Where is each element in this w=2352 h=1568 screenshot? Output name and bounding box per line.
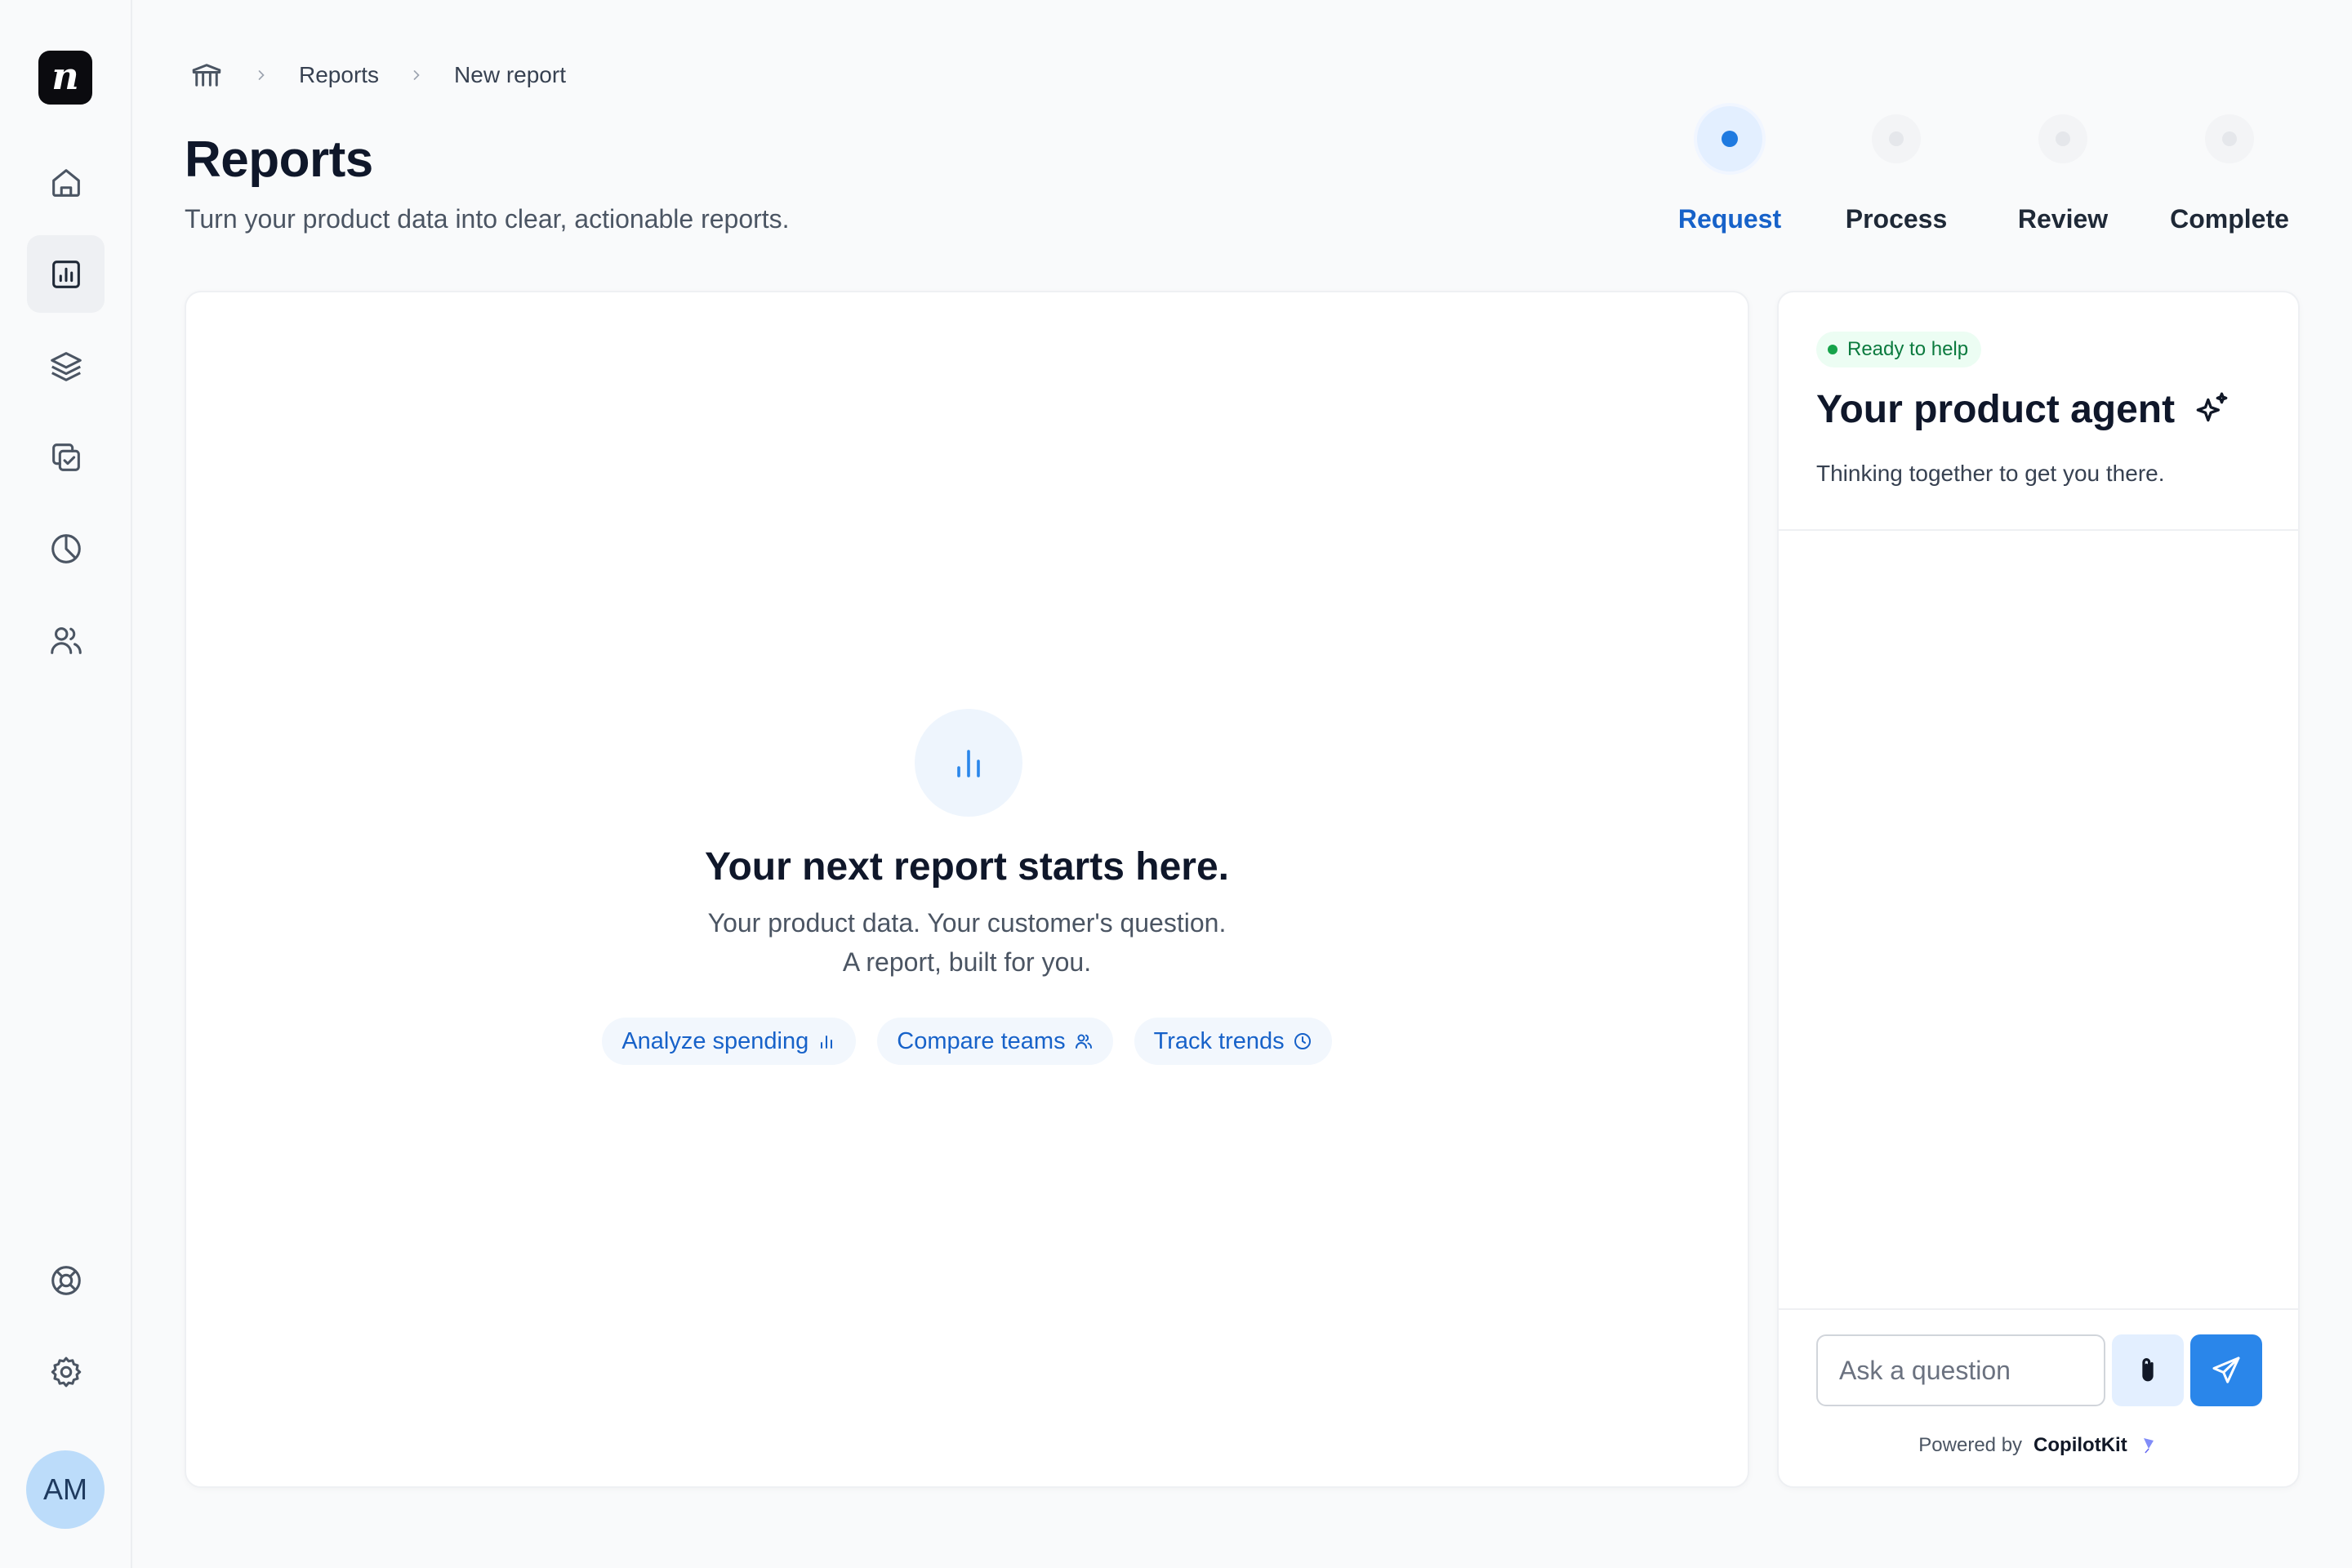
sidebar-item-help[interactable] (27, 1241, 105, 1319)
breadcrumb-item-current: New report (454, 62, 566, 87)
sidebar-item-home[interactable] (27, 144, 105, 221)
empty-state-line: Your product data. Your customer's quest… (707, 908, 1227, 938)
chip-track-trends[interactable]: Track trends (1134, 1018, 1332, 1065)
avatar[interactable]: AM (26, 1450, 105, 1529)
sparkles-icon (2196, 392, 2228, 421)
ask-question-input[interactable] (1816, 1334, 2105, 1406)
sidebar-item-tasks[interactable] (27, 418, 105, 496)
sidebar: n AM (0, 0, 132, 1568)
step-label: Request (1677, 204, 1782, 234)
chip-compare-teams[interactable]: Compare teams (877, 1018, 1113, 1065)
building-icon[interactable] (189, 58, 224, 92)
breadcrumb: Reports New report (189, 59, 566, 91)
agent-subtitle: Thinking together to get you there. (1816, 461, 2165, 486)
step-indicator (1872, 114, 1921, 163)
users-icon (50, 626, 82, 654)
empty-state-title: Your next report starts here. (705, 845, 1229, 889)
users-icon (1075, 1034, 1092, 1049)
clock-icon (1294, 1033, 1311, 1049)
copilotkit-logo[interactable]: CopilotKit (2034, 1434, 2127, 1457)
agent-panel: Ready to help Your product agent Thinkin… (1777, 291, 2300, 1488)
sidebar-item-users[interactable] (27, 601, 105, 679)
copy-check-icon (51, 443, 80, 471)
sidebar-item-settings[interactable] (27, 1333, 105, 1410)
life-buoy-icon (51, 1265, 81, 1295)
app-logo[interactable]: n (38, 51, 92, 105)
step-label: Process (1845, 204, 1948, 234)
home-icon (51, 168, 80, 197)
status-dot (1828, 345, 1838, 354)
report-canvas: Your next report starts here. Your produ… (185, 291, 1749, 1488)
page-subtitle: Turn your product data into clear, actio… (185, 204, 790, 234)
bar-chart-icon (51, 260, 80, 288)
pie-chart-icon (51, 533, 81, 564)
step-label: Complete (2170, 204, 2289, 234)
chevron-right-icon (413, 70, 420, 80)
breadcrumb-item-reports[interactable]: Reports (299, 62, 379, 88)
agent-title: Your product agent (1816, 387, 2232, 432)
send-icon (2212, 1356, 2240, 1383)
step-indicator (2038, 114, 2087, 163)
chip-analyze-spending[interactable]: Analyze spending (602, 1018, 857, 1065)
divider (1779, 1308, 2298, 1310)
sidebar-item-analytics[interactable] (27, 510, 105, 587)
send-button[interactable] (2190, 1334, 2262, 1406)
attach-button[interactable] (2112, 1334, 2184, 1406)
bar-chart-icon (821, 1036, 833, 1049)
gear-icon (51, 1356, 81, 1387)
step-request[interactable]: Request (1640, 106, 1820, 234)
step-complete[interactable]: Complete (2140, 106, 2319, 234)
sidebar-item-layers[interactable] (27, 327, 105, 404)
step-indicator (1697, 106, 1762, 172)
page-title: Reports (185, 131, 373, 188)
divider (1779, 529, 2298, 531)
empty-state-icon (915, 709, 1022, 817)
powered-by: Powered by CopilotKit (1779, 1434, 2298, 1457)
bar-chart-icon (957, 750, 980, 777)
suggestion-chips: Analyze spending Compare teams Track tre… (186, 1018, 1748, 1065)
chevron-right-icon (258, 70, 265, 80)
empty-state-line: A report, built for you. (842, 947, 1092, 977)
kite-icon (2143, 1438, 2154, 1454)
step-review[interactable]: Review (1973, 106, 2153, 234)
sidebar-item-reports[interactable] (27, 235, 105, 313)
step-label: Review (2017, 204, 2109, 234)
step-indicator (2205, 114, 2254, 163)
layers-icon (50, 351, 82, 381)
paperclip-icon (2142, 1358, 2154, 1382)
step-process[interactable]: Process (1806, 106, 1986, 234)
status-badge: Ready to help (1816, 332, 1982, 368)
